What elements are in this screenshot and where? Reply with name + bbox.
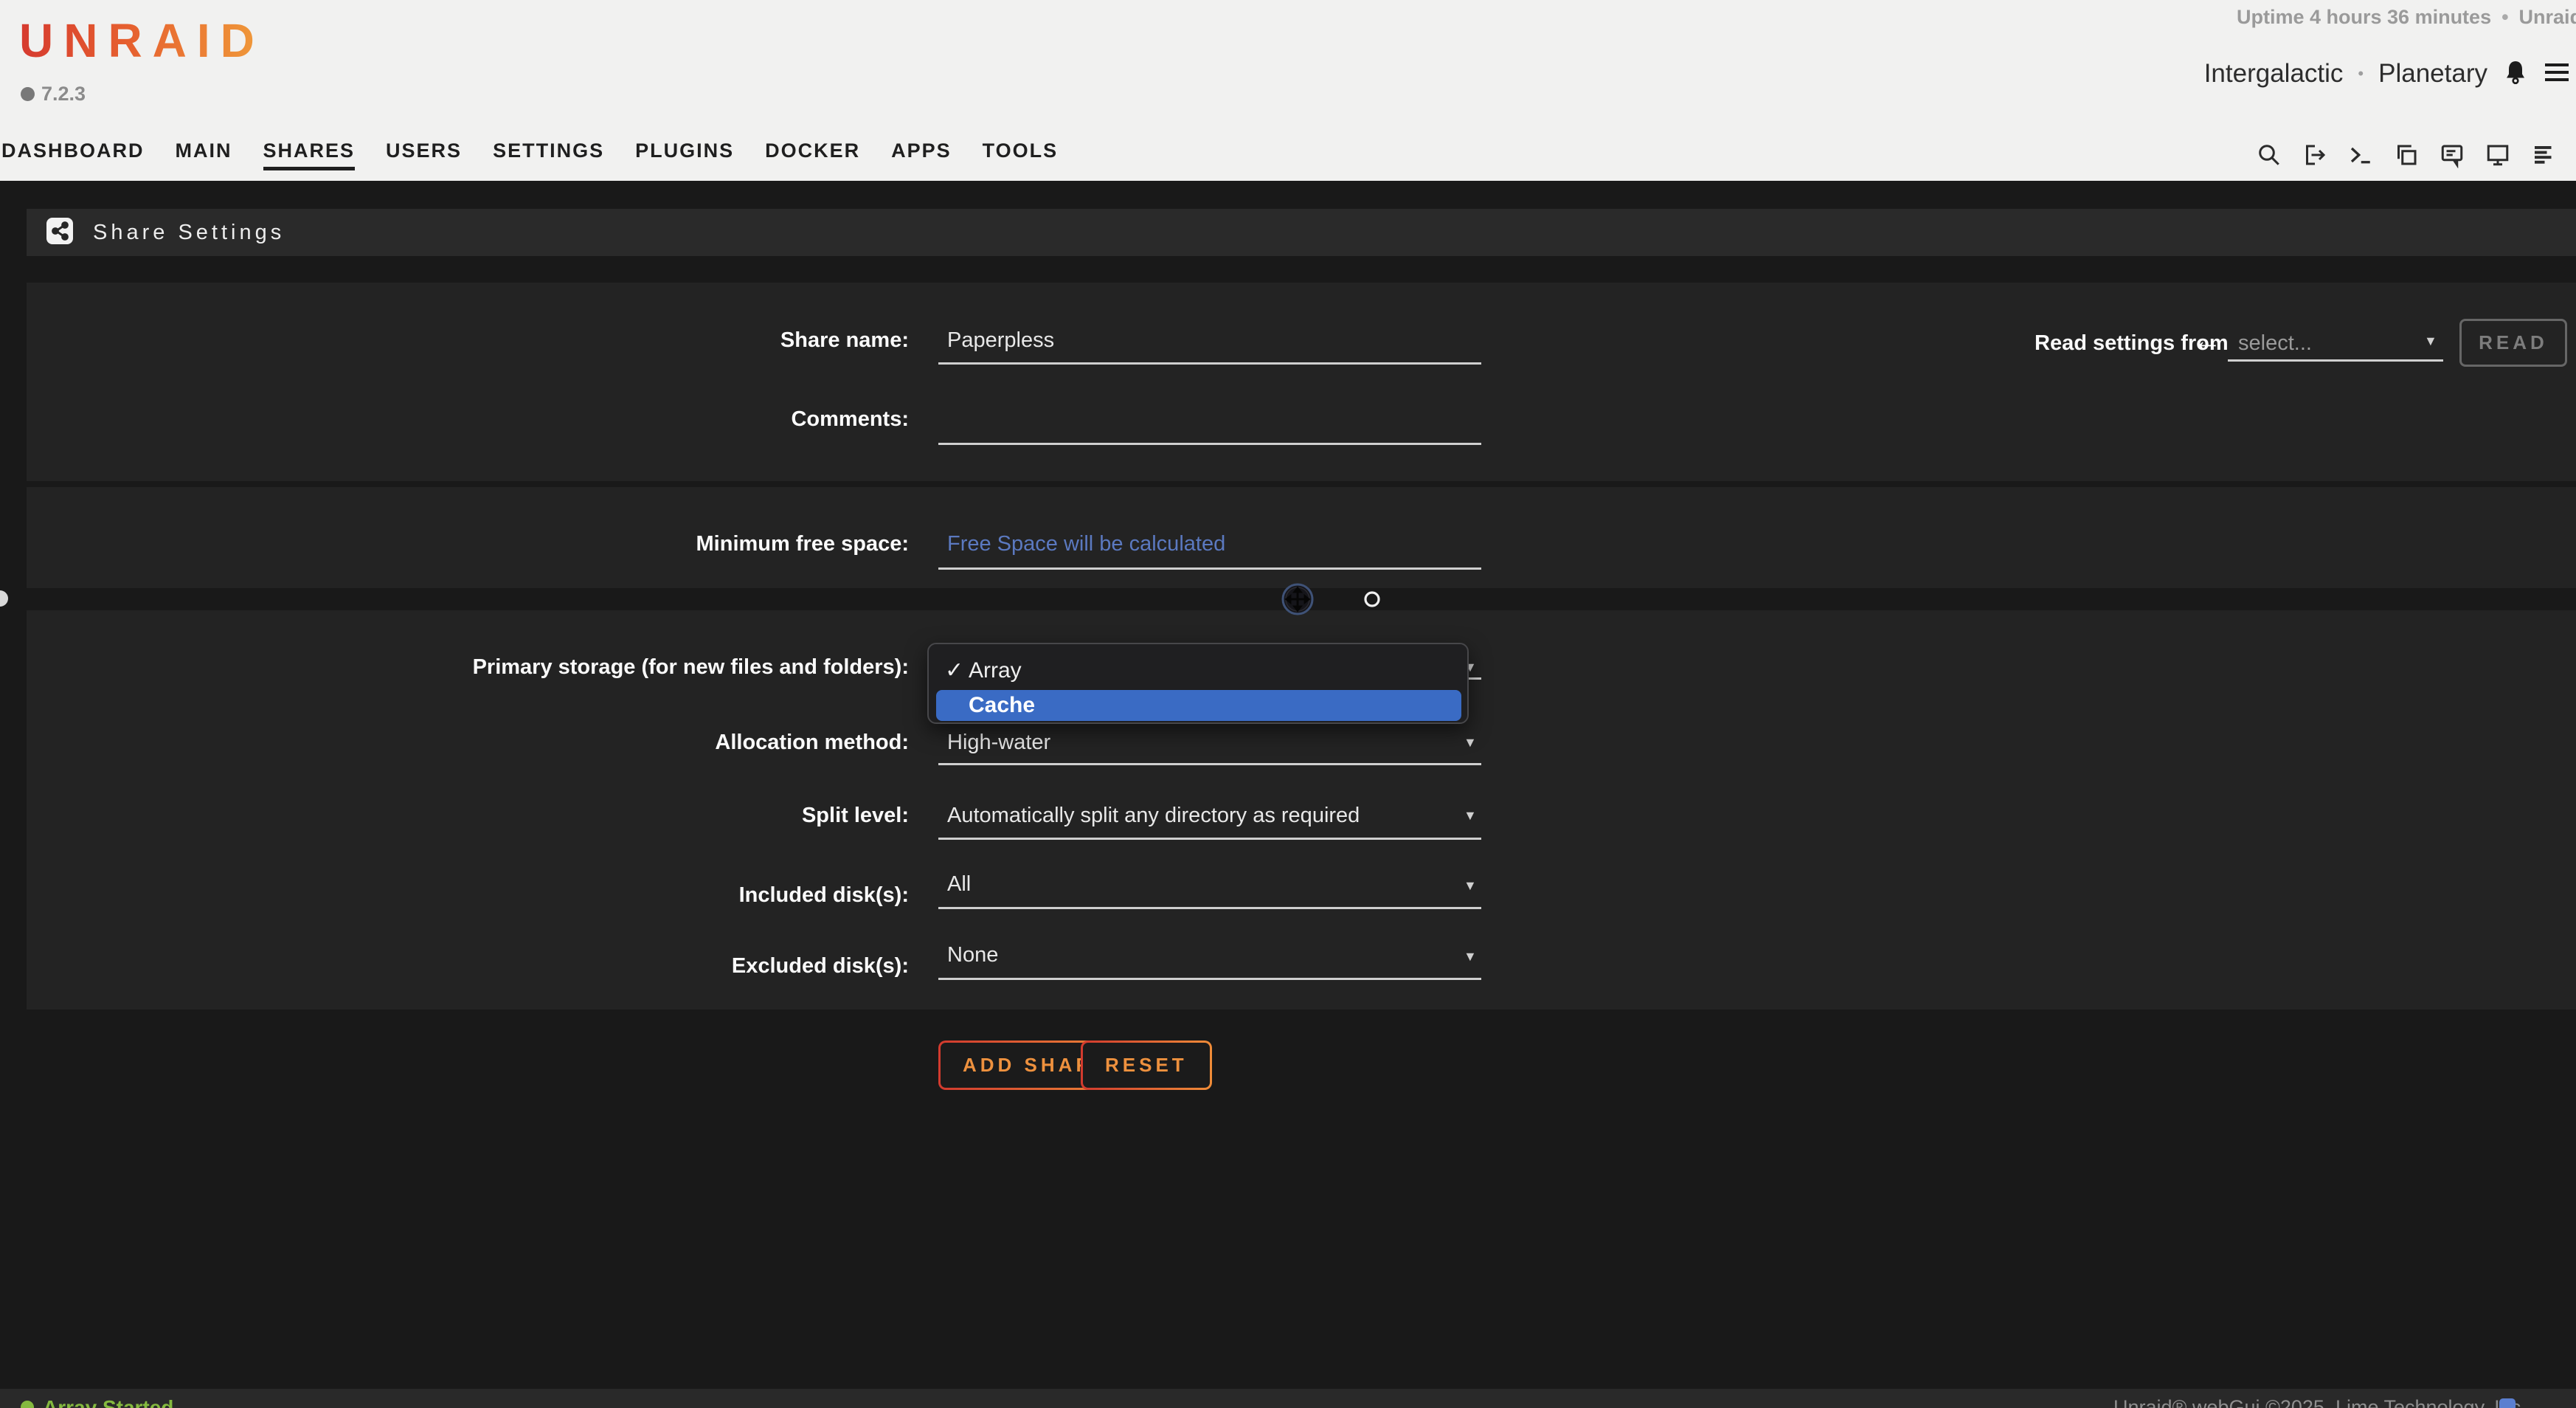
terminal-icon[interactable] [2347,142,2374,168]
excluded-disks-select[interactable]: None [947,940,998,970]
split-level-select-arrow-icon[interactable]: ▼ [1464,807,1477,824]
share-icon[interactable] [46,217,74,249]
monitor-icon[interactable] [2485,142,2511,168]
main-nav: DASHBOARD MAIN SHARES USERS SETTINGS PLU… [1,131,1058,179]
nav-plugins[interactable]: PLUGINS [635,139,734,170]
log-icon[interactable] [2530,142,2557,168]
min-free-input[interactable]: Free Space will be calculated [947,529,1225,559]
split-level-label: Split level: [0,801,909,830]
reset-button[interactable]: RESET [1081,1041,1212,1090]
split-level-underline [938,838,1481,840]
dropdown-option-array-label: Array [969,658,1022,683]
uptime-text: Uptime 4 hours 36 minutes [2237,6,2491,28]
version-label: 7.2.3 [21,83,86,106]
panel-share-identity [27,283,2576,481]
nav-apps[interactable]: APPS [891,139,952,170]
share-name-label: Share name: [0,325,909,355]
search-icon[interactable] [2256,142,2282,168]
split-level-row: Split level: Automatically split any dir… [0,801,2576,830]
primary-storage-dropdown: ✓Array Cache [927,643,1469,724]
nav-tools[interactable]: TOOLS [983,139,1059,170]
nav-shares[interactable]: SHARES [263,139,356,170]
comments-row: Comments: [0,404,2576,434]
array-status: Array Started [43,1396,173,1408]
dropdown-option-cache-label: Cache [969,693,1035,717]
min-free-underline [938,567,1481,570]
nav-settings[interactable]: SETTINGS [493,139,604,170]
comments-underline [938,443,1481,445]
read-button[interactable]: READ [2459,319,2567,367]
version-dot-icon [21,87,35,101]
read-settings-select[interactable]: select... [2238,328,2312,358]
allocation-underline [938,763,1481,765]
version-number: 7.2.3 [41,83,86,106]
server-separator: • [2358,64,2364,83]
share-name-input[interactable]: Paperpless [947,325,1054,355]
min-free-label: Minimum free space: [0,529,909,559]
page-title: Share Settings [93,221,285,245]
os-prefix: Unraid OS [2519,6,2576,28]
included-disks-select-arrow-icon[interactable]: ▼ [1464,877,1477,894]
header: UNRAID 7.2.3 Uptime 4 hours 36 minutes • U… [0,0,2576,181]
unraid-logo[interactable]: UNRAID [19,13,265,68]
read-settings-select-arrow-icon[interactable]: ▼ [2424,334,2437,349]
min-free-row: Minimum free space: Free Space will be c… [0,529,2576,559]
primary-storage-underline-fragment [1469,677,1481,680]
footer-copyright: Unraid® webGui ©2025, Lime Technology, I… [2113,1396,2527,1408]
included-disks-select[interactable]: All [947,869,971,899]
check-icon: ✓ [936,656,969,686]
uptime-line: Uptime 4 hours 36 minutes•Unraid OS Star… [2237,6,2576,29]
arrow-left-icon: ← [2192,323,2222,359]
excluded-disks-row: Excluded disk(s): None ▼ [0,951,2576,981]
allocation-select-arrow-icon[interactable]: ▼ [1464,734,1477,751]
dropdown-option-array[interactable]: ✓Array [936,656,1461,686]
allocation-label: Allocation method: [0,728,909,757]
logout-icon[interactable] [2302,142,2328,168]
share-name-underline [938,362,1481,365]
included-disks-row: Included disk(s): All ▼ [0,880,2576,910]
menu-hamburger-icon[interactable] [2544,61,2570,87]
footer-link-icon[interactable] [2499,1398,2516,1408]
copy-icon[interactable] [2393,142,2420,168]
allocation-row: Allocation method: High-water ▼ [0,728,2576,757]
excluded-disks-select-arrow-icon[interactable]: ▼ [1464,948,1477,965]
server-line: Intergalactic • Planetary [2204,53,2570,94]
primary-storage-label: Primary storage (for new files and folde… [0,652,909,682]
nav-users[interactable]: USERS [386,139,462,170]
included-disks-label: Included disk(s): [0,880,909,910]
edge-dot-icon [0,590,9,611]
comments-label: Comments: [0,404,909,434]
bell-icon[interactable] [2502,58,2529,90]
allocation-select[interactable]: High-water [947,728,1050,757]
nav-docker[interactable]: DOCKER [765,139,860,170]
dropdown-option-cache[interactable]: Cache [936,690,1461,721]
footer: Array Started Unraid® webGui ©2025, Lime… [0,1389,2576,1408]
array-status-dot-icon [21,1401,34,1408]
ring-icon [1363,590,1381,612]
split-level-select[interactable]: Automatically split any directory as req… [947,801,1360,830]
included-disks-underline [938,907,1481,909]
page-title-bar: Share Settings [27,209,2576,256]
server-name[interactable]: Intergalactic [2204,59,2344,89]
excluded-disks-label: Excluded disk(s): [0,951,909,981]
feedback-icon[interactable] [2439,142,2465,168]
uptime-separator: • [2501,6,2508,28]
nav-dashboard[interactable]: DASHBOARD [1,139,145,170]
server-description: Planetary [2378,59,2487,89]
excluded-disks-underline [938,978,1481,980]
nav-main[interactable]: MAIN [176,139,232,170]
unraid-share-settings-screen: UNRAID 7.2.3 Uptime 4 hours 36 minutes • U… [0,0,2576,1408]
read-settings-underline [2228,359,2443,362]
move-cursor-icon [1281,582,1315,620]
header-toolbar [2256,131,2576,179]
reset-button-label: RESET [1083,1043,1210,1088]
